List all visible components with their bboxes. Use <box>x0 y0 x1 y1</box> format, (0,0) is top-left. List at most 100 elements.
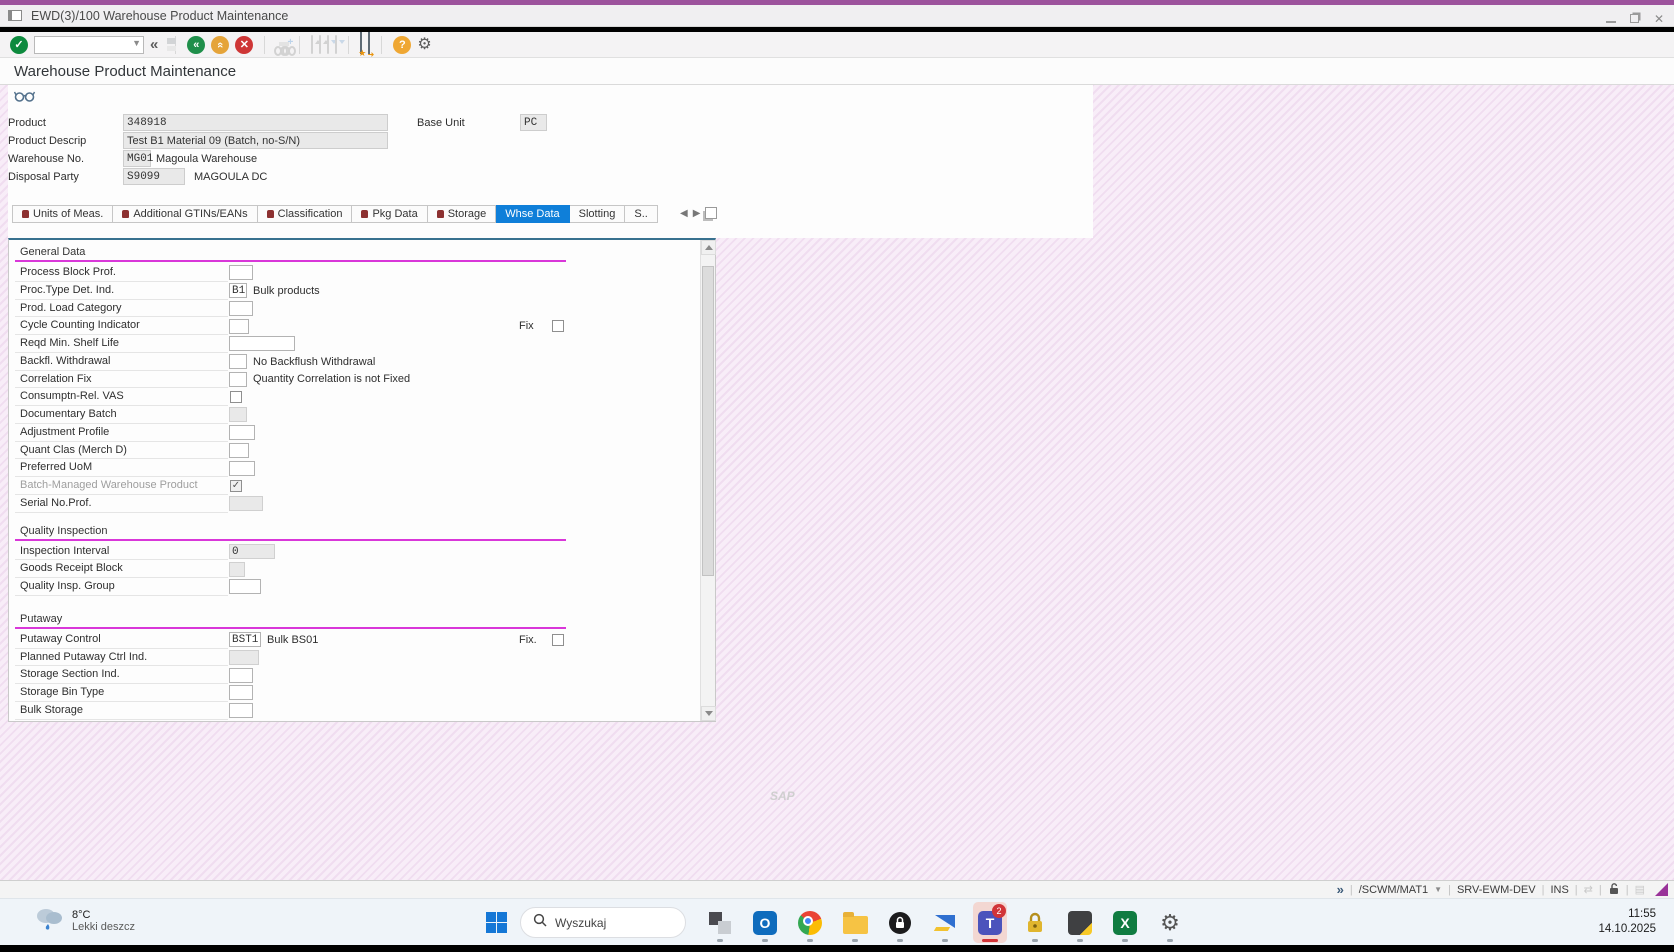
weather-desc: Lekki deszcz <box>72 920 135 933</box>
help-icon[interactable]: ? <box>393 35 412 55</box>
minimize-icon[interactable] <box>1606 15 1616 23</box>
field-description: Bulk BS01 <box>267 633 319 646</box>
product-description-field[interactable]: Test B1 Material 09 (Batch, no-S/N) <box>123 132 388 149</box>
command-field[interactable]: ▼ <box>34 35 144 54</box>
task-view-icon[interactable] <box>703 902 737 943</box>
scrollbar-thumb[interactable] <box>702 266 714 576</box>
page-title: Warehouse Product Maintenance <box>14 62 237 80</box>
fix-checkbox[interactable] <box>552 633 564 646</box>
teams-icon[interactable]: T2 <box>973 902 1007 943</box>
start-button[interactable] <box>486 912 507 933</box>
form-row: Documentary Batch <box>15 406 566 424</box>
resize-grip-icon[interactable] <box>1655 883 1668 896</box>
input-field-cycle-counting-indicator[interactable] <box>229 318 249 334</box>
customize-icon[interactable]: ⚙ <box>417 36 431 54</box>
tab-units-of-meas[interactable]: Units of Meas. <box>12 205 114 223</box>
input-field-correlation-fix[interactable] <box>229 371 247 387</box>
tab-label: S.. <box>634 208 648 220</box>
weather-widget[interactable]: 8°C Lekki deszcz <box>34 905 135 936</box>
last-page-icon <box>335 34 338 54</box>
tab-label: Slotting <box>578 208 616 220</box>
input-field-storage-section-ind[interactable] <box>229 667 253 683</box>
status-overflow-icon[interactable]: » <box>1337 882 1344 897</box>
tab-status-icon <box>122 210 130 218</box>
input-field-storage-bin-type[interactable] <box>229 685 253 701</box>
command-input[interactable] <box>34 36 144 54</box>
chrome-icon[interactable] <box>793 902 827 943</box>
back-icon[interactable]: « <box>187 35 206 55</box>
transaction-code[interactable]: /SCWM/MAT1 <box>1359 884 1428 896</box>
new-session-icon[interactable] <box>360 31 363 54</box>
checkbox-consumptn-rel-vas[interactable] <box>230 391 242 404</box>
tab-scroll-controls: ◀ ▶ <box>680 204 718 222</box>
create-shortcut-icon[interactable] <box>368 31 371 54</box>
privacy-lock-icon[interactable] <box>883 902 917 943</box>
exit-icon[interactable]: « <box>211 35 230 55</box>
field-label: Adjustment Profile <box>15 424 228 442</box>
tab-pkg-data[interactable]: Pkg Data <box>352 205 428 223</box>
section-title: Quality Inspection <box>20 524 108 537</box>
input-field-bulk-storage[interactable] <box>229 703 253 719</box>
display-change-toggle-icon[interactable] <box>13 89 36 108</box>
input-field-quant-clas-merch-d[interactable] <box>229 442 249 458</box>
tab-storage[interactable]: Storage <box>427 205 497 223</box>
section-quality-inspection: Quality Inspection Inspection Interval 0 Go… <box>15 524 566 596</box>
scroll-down-icon[interactable] <box>701 706 716 721</box>
tab-slotting[interactable]: Slotting <box>569 205 626 223</box>
tab-additional-gtins-eans[interactable]: Additional GTINs/EANs <box>113 205 258 223</box>
input-field-quality-insp-group[interactable] <box>229 579 261 595</box>
base-unit-field[interactable]: PC <box>520 114 547 131</box>
section-general-data: General Data Process Block Prof. Proc.Type… <box>15 245 566 513</box>
tab-label: Units of Meas. <box>33 208 104 220</box>
warehouse-number-field[interactable]: MG01 <box>123 150 153 167</box>
input-field-proc-type-det-ind[interactable]: B1 <box>229 283 247 299</box>
file-explorer-icon[interactable] <box>838 902 872 943</box>
field-label: Disposal Party <box>8 170 79 183</box>
status-bar: » | /SCWM/MAT1 ▼ | SRV-EWM-DEV | INS | ⇄… <box>0 880 1674 898</box>
excel-icon[interactable]: X <box>1108 902 1142 943</box>
tab-s[interactable]: S.. <box>625 205 658 223</box>
input-field-adjustment-profile[interactable] <box>229 425 255 441</box>
outlook-icon[interactable]: O <box>748 902 782 943</box>
field-label: Putaway Control <box>15 631 228 649</box>
form-row: Putaway Control BST1 Bulk BS01 Fix. <box>15 631 566 649</box>
search-input[interactable]: Wyszukaj <box>520 907 686 938</box>
sap-logon-icon[interactable] <box>928 902 962 943</box>
transaction-dropdown-icon[interactable]: ▼ <box>1434 885 1442 894</box>
close-icon[interactable]: ✕ <box>1652 12 1666 26</box>
input-field-prod-load-category[interactable] <box>229 300 253 316</box>
input-field-process-block-prof[interactable] <box>229 265 253 281</box>
form-row: Storage Section Ind. <box>15 666 566 684</box>
vertical-scrollbar[interactable] <box>700 240 716 721</box>
notes-icon[interactable] <box>1063 902 1097 943</box>
keepass-icon[interactable] <box>1018 902 1052 943</box>
input-field-reqd-min-shelf-life[interactable] <box>229 336 295 352</box>
window-title: EWD(3)/100 Warehouse Product Maintenance <box>31 8 289 23</box>
product-field[interactable]: 348918 <box>123 114 388 131</box>
tab-scroll-right-icon[interactable]: ▶ <box>693 208 701 219</box>
fix-checkbox[interactable] <box>552 320 564 333</box>
search-icon <box>533 913 547 932</box>
tab-classification[interactable]: Classification <box>257 205 353 223</box>
readonly-field-serial-no-prof <box>229 496 263 512</box>
checkbox-batch-managed-warehouse-product[interactable]: ✓ <box>230 479 242 492</box>
disposal-party-field[interactable]: S9099 <box>123 168 185 185</box>
enter-icon[interactable]: ✓ <box>10 35 28 55</box>
form-row: Product Descrip Test B1 Material 09 (Bat… <box>8 132 388 149</box>
tab-overview-icon[interactable] <box>705 207 718 219</box>
collapse-command-icon[interactable]: « <box>150 36 158 54</box>
tab-status-icon <box>361 210 369 218</box>
input-field-backfl-withdrawal[interactable] <box>229 354 247 370</box>
taskbar-clock[interactable]: 11:55 14.10.2025 <box>1598 907 1656 937</box>
tab-whse-data[interactable]: Whse Data <box>496 205 570 223</box>
tab-scroll-left-icon[interactable]: ◀ <box>680 208 688 219</box>
form-row: Correlation Fix Quantity Correlation is n… <box>15 371 566 389</box>
fix-label: Fix <box>519 320 534 333</box>
restore-icon[interactable] <box>1629 14 1639 23</box>
cancel-icon[interactable]: ✕ <box>235 35 254 55</box>
input-field-putaway-control[interactable]: BST1 <box>229 632 261 648</box>
field-label: Proc.Type Det. Ind. <box>15 282 228 300</box>
scroll-up-icon[interactable] <box>701 240 716 255</box>
input-field-preferred-uom[interactable] <box>229 460 255 476</box>
settings-icon[interactable]: ⚙ <box>1153 902 1187 943</box>
